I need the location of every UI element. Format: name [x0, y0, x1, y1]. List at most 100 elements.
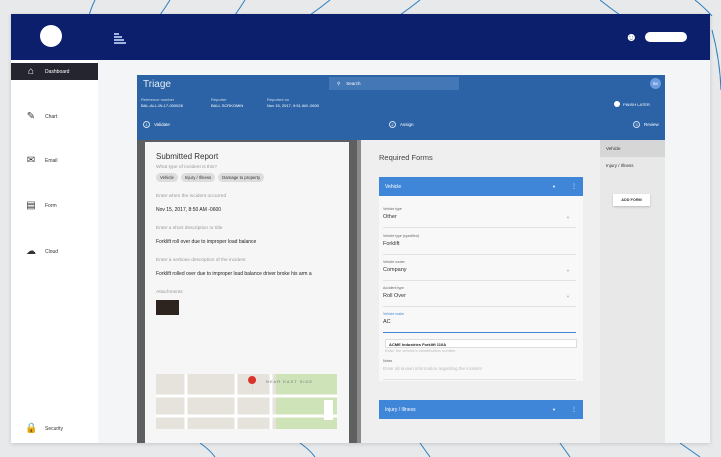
notes-field[interactable]: Notes Enter all known information regardi…	[383, 356, 576, 380]
email-icon: ✉	[26, 155, 36, 166]
cloud-icon: ☁	[26, 246, 36, 257]
page-title: Triage	[143, 79, 171, 90]
field-value: AC	[383, 319, 391, 325]
field-value: Company	[383, 267, 407, 273]
step-label: Validate	[154, 122, 170, 127]
collapse-icon[interactable]: ▼	[552, 184, 556, 189]
reference-number: Reference number BAL-ALL-IN-17-000028	[141, 97, 183, 109]
field-hint: Enter the vehicle's identification numbe…	[385, 348, 456, 353]
form-header-label: Vehicle	[385, 183, 402, 190]
add-form-button[interactable]: ADD FORM	[613, 194, 650, 206]
meta-label: Reference number	[141, 97, 175, 102]
step-label: Review	[644, 122, 659, 127]
meta-label: Reported on	[267, 97, 290, 102]
answer-short: Forklift roll over due to improper load …	[156, 239, 257, 245]
field-label: Vehicle type (specified)	[383, 234, 419, 238]
avatar[interactable]: BK	[650, 78, 661, 89]
field-label: Vehicle make	[383, 312, 404, 316]
sidebar-item-cloud[interactable]: ☁ Cloud	[11, 243, 98, 260]
report-title: Submitted Report	[156, 152, 219, 161]
chart-icon: ✎	[26, 111, 36, 122]
user-menu-button[interactable]	[645, 32, 687, 42]
step-assign[interactable]: 2 Assign	[389, 121, 414, 128]
finish-later-label: FINISH LATER	[623, 101, 650, 107]
meta-value: BALL SCRKOMIN	[211, 103, 244, 108]
vehicle-form-header[interactable]: Vehicle ▼ ⋮	[379, 177, 583, 196]
field-label: Vehicle type	[383, 207, 402, 211]
brand-logo[interactable]	[40, 25, 62, 47]
reported-on: Reported on Nov 15, 2017, 9:51 AM -0600	[267, 97, 319, 109]
field-label: Vehicle owner	[383, 260, 405, 264]
reporter: Reporter BALL SCRKOMIN	[211, 97, 243, 109]
map-area-label: NEAR EAST SIDE	[266, 379, 314, 384]
more-icon[interactable]: ⋮	[571, 406, 577, 413]
chip-damage: Damage to property	[218, 173, 265, 182]
field-label: Notes	[383, 359, 393, 363]
sidebar-item-security[interactable]: 🔒 Security	[11, 420, 98, 437]
form-icon: ▤	[26, 200, 36, 211]
sidebar-item-form[interactable]: ▤ Form	[11, 197, 98, 214]
step-validate[interactable]: 1 Validate	[143, 121, 170, 128]
top-bar: ☻	[11, 14, 710, 60]
sidebar-item-label: Cloud	[45, 248, 59, 255]
field-value: Other	[383, 214, 397, 220]
attachment-thumbnail[interactable]	[156, 300, 179, 315]
meta-value: BAL-ALL-IN-17-000028	[141, 103, 183, 108]
sidebar-item-label: Chart	[45, 113, 58, 120]
vehicle-type-select[interactable]: Vehicle type Other ▼	[383, 204, 576, 228]
question-label: What type of incident is this?	[156, 165, 218, 170]
vehicle-make-field[interactable]: Vehicle make AC	[383, 309, 576, 333]
sidebar-item-chart[interactable]: ✎ Chart	[11, 108, 98, 125]
vehicle-form: Vehicle type Other ▼ Vehicle type (specifi…	[379, 196, 583, 381]
step-number: 2	[389, 121, 396, 128]
attachments-label: Attachments	[156, 290, 183, 295]
search-input[interactable]: ⚲ Search	[329, 77, 459, 90]
clock-icon	[614, 101, 620, 107]
autocomplete-suggestion[interactable]: ACME Industries Forklift 110A	[385, 339, 577, 348]
step-number: 1	[143, 121, 150, 128]
side-tab-injury[interactable]: Injury / Illness	[600, 157, 665, 174]
home-icon: ⌂	[27, 66, 35, 77]
side-tab-vehicle[interactable]: Vehicle	[600, 140, 665, 157]
dropdown-icon: ▼	[566, 268, 570, 273]
dropdown-icon: ▼	[566, 294, 570, 299]
question-label: Enter a short description or title	[156, 226, 223, 231]
location-map[interactable]: NEAR EAST SIDE	[156, 374, 337, 429]
more-icon[interactable]: ⋮	[571, 183, 577, 190]
app-window: ☻ ⌂ Dashboard ✎ Chart ✉ Email ▤ Form ☁ Cloud …	[11, 14, 710, 443]
step-number: 3	[633, 121, 640, 128]
finish-later-button[interactable]: FINISH LATER	[614, 101, 650, 107]
submitted-report-card: Submitted Report What type of incident i…	[145, 142, 349, 443]
search-icon: ⚲	[337, 80, 341, 86]
sidebar-item-label: Form	[45, 202, 57, 209]
step-label: Assign	[400, 122, 414, 127]
meta-value: Nov 15, 2017, 9:51 AM -0600	[267, 103, 320, 108]
answer-verbose: Forklift rolled over due to improper loa…	[156, 271, 312, 277]
accident-type-select[interactable]: Accident type Roll Over ▼	[383, 283, 576, 307]
form-header-label: Injury / Illness	[385, 406, 416, 413]
sidebar: ⌂ Dashboard ✎ Chart ✉ Email ▤ Form ☁ Cloud 🔒 S…	[11, 60, 98, 443]
report-panel: Submitted Report What type of incident i…	[137, 140, 357, 443]
user-icon[interactable]: ☻	[625, 30, 638, 44]
required-forms-title: Required Forms	[379, 153, 433, 162]
field-value: Roll Over	[383, 293, 406, 299]
injury-form-header[interactable]: Injury / Illness ▼ ⋮	[379, 400, 583, 419]
collapse-icon[interactable]: ▼	[552, 407, 556, 412]
meta-label: Reporter	[211, 97, 227, 102]
sidebar-item-dashboard[interactable]: ⌂ Dashboard	[11, 63, 98, 80]
sidebar-item-label: Dashboard	[45, 68, 70, 75]
sidebar-item-label: Security	[45, 425, 64, 432]
vehicle-type-specified-field[interactable]: Vehicle type (specified) Forklift	[383, 231, 576, 255]
question-label: Enter a verbose description of the incid…	[156, 258, 246, 263]
dropdown-icon: ▼	[566, 215, 570, 220]
triage-app: Triage ⚲ Search BK Reference number BAL-AL…	[137, 75, 665, 443]
step-review[interactable]: 3 Review	[633, 121, 659, 128]
field-label: Accident type	[383, 286, 405, 290]
chip-vehicle: Vehicle	[156, 173, 178, 182]
triage-header: Triage ⚲ Search BK Reference number BAL-AL…	[137, 75, 665, 140]
sidebar-item-email[interactable]: ✉ Email	[11, 152, 98, 169]
chip-injury: Injury / Illness	[180, 173, 216, 182]
vehicle-owner-select[interactable]: Vehicle owner Company ▼	[383, 257, 576, 281]
sidebar-item-label: Email	[45, 157, 58, 164]
menu-icon[interactable]	[114, 33, 126, 44]
